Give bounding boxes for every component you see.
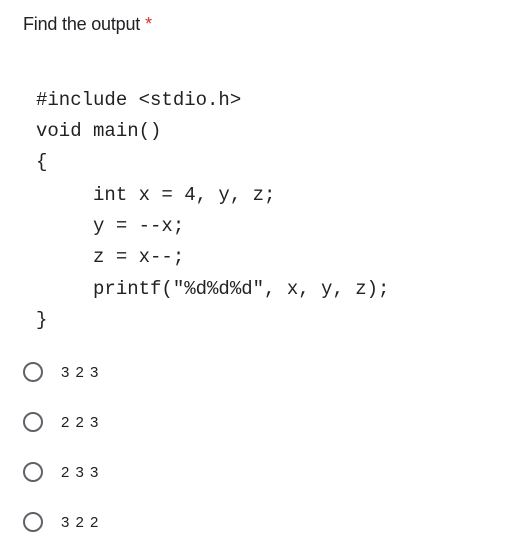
option-label[interactable]: 3 2 3 <box>61 364 99 381</box>
option-4[interactable]: 3 2 2 <box>23 509 99 535</box>
code-line: int x = 4, y, z; <box>36 184 276 206</box>
code-line: { <box>36 151 48 173</box>
radio-button-icon[interactable] <box>23 362 43 382</box>
question-title-text: Find the output <box>23 14 141 34</box>
code-line: } <box>36 309 48 331</box>
code-line: z = x--; <box>36 246 185 268</box>
code-line: void main() <box>36 120 162 142</box>
option-label[interactable]: 2 2 3 <box>61 414 99 431</box>
option-1[interactable]: 3 2 3 <box>23 359 99 385</box>
required-asterisk: * <box>145 14 152 34</box>
option-label[interactable]: 3 2 2 <box>61 514 99 531</box>
code-line: y = --x; <box>36 215 185 237</box>
code-line: printf("%d%d%d", x, y, z); <box>36 278 390 300</box>
option-label[interactable]: 2 3 3 <box>61 464 99 481</box>
option-2[interactable]: 2 2 3 <box>23 409 99 435</box>
radio-button-icon[interactable] <box>23 462 43 482</box>
radio-button-icon[interactable] <box>23 512 43 532</box>
radio-button-icon[interactable] <box>23 412 43 432</box>
option-3[interactable]: 2 3 3 <box>23 459 99 485</box>
code-line: #include <stdio.h> <box>36 89 242 111</box>
question-title: Find the output * <box>23 14 152 35</box>
